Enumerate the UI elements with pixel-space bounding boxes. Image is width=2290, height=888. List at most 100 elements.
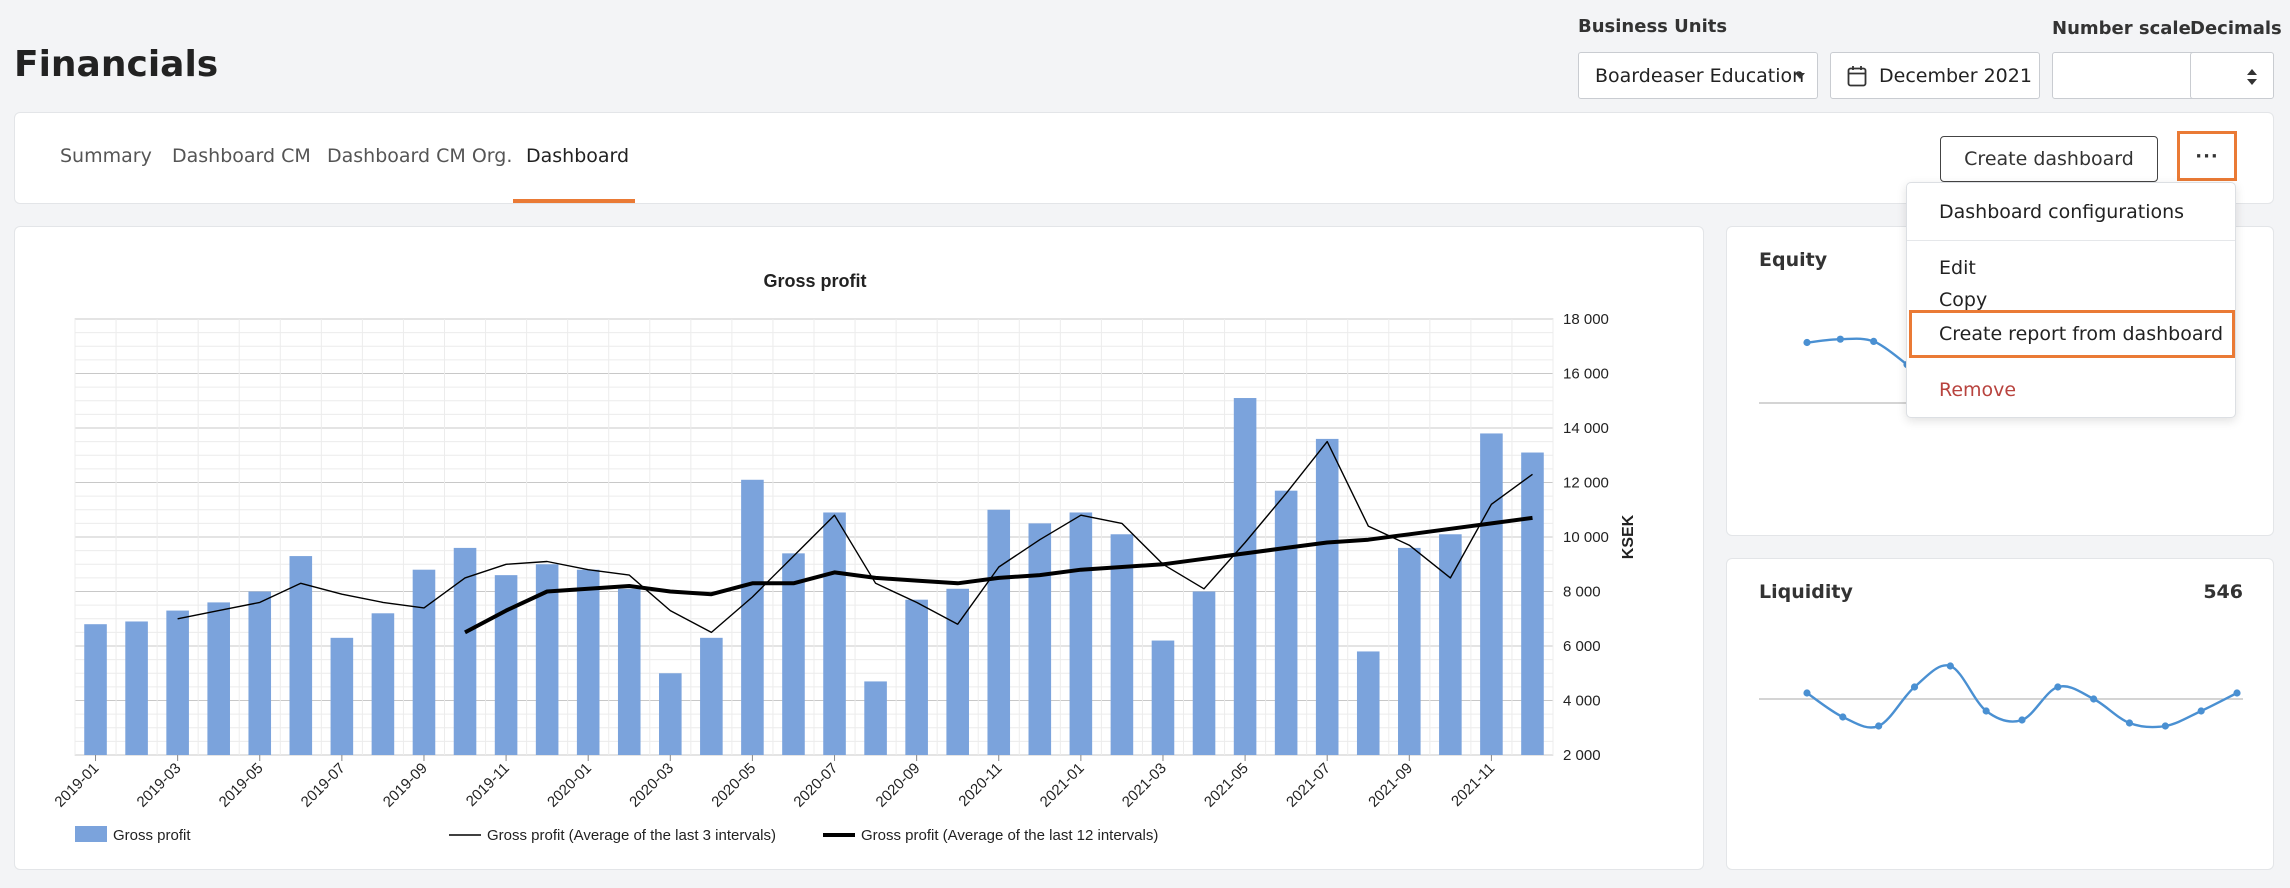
liquidity-value: 546 [2203,581,2243,603]
sparkline-point [1803,689,1811,697]
bar-gross-profit [125,621,148,755]
caret-down-icon [1795,73,1805,79]
business-unit-select[interactable]: Boardeaser Education [1578,52,1818,99]
x-tick-label: 2020-07 [790,760,841,811]
bar-gross-profit [1356,651,1380,755]
x-tick-label: 2019-09 [380,760,431,811]
equity-title: Equity [1759,249,1828,271]
sparkline-point [1875,722,1883,730]
legend-label: Gross profit (Average of the last 12 int… [861,827,1158,844]
x-tick-label: 2021-05 [1201,760,1252,811]
sparkline-point [2054,683,2062,691]
menu-item-dashboard-configurations[interactable]: Dashboard configurations [1939,201,2184,223]
bar-gross-profit [1315,438,1339,755]
bar-gross-profit [1274,490,1298,755]
tab-dashboard-cm[interactable]: Dashboard CM [172,145,311,167]
x-tick-label: 2020-05 [708,760,759,811]
sparkline-point [2090,695,2098,703]
menu-item-create-report[interactable]: Create report from dashboard [1939,323,2223,345]
y-tick-label: 6 000 [1563,638,1601,655]
bar-gross-profit [1192,591,1216,755]
liquidity-sparkline [1759,662,2243,730]
bar-gross-profit [371,613,395,755]
tab-dashboard[interactable]: Dashboard [526,145,629,167]
bar-gross-profit [207,602,230,755]
bar-gross-profit [576,569,600,755]
bar-gross-profit [1028,523,1052,755]
bar-gross-profit [1480,433,1503,755]
x-tick-label: 2019-03 [134,760,185,811]
decimals-label: Decimals [2190,18,2282,39]
bar-gross-profit [700,637,723,755]
x-tick-label: 2019-05 [216,760,267,811]
bar-gross-profit [617,588,641,755]
x-tick-label: 2021-07 [1283,760,1334,811]
sparkline-point [2197,707,2205,715]
bar-gross-profit [412,569,436,755]
bar-gross-profit [1439,534,1462,755]
create-dashboard-button[interactable]: Create dashboard [1940,136,2158,182]
bar-gross-profit [330,637,354,755]
bar-gross-profit [741,479,764,755]
x-tick-label: 2019-11 [463,760,513,810]
sparkline-point [1870,337,1878,345]
tab-dashboard-cm-org[interactable]: Dashboard CM Org. [327,145,512,167]
bar-gross-profit [987,509,1011,755]
date-picker[interactable]: December 2021 [1830,52,2040,99]
bar-gross-profit [1398,547,1421,755]
y-tick-label: 16 000 [1563,366,1609,383]
calendar-icon [1847,65,1867,86]
x-tick-label: 2020-03 [626,760,677,811]
x-tick-label: 2019-07 [298,760,349,811]
sparkline-point [1836,335,1844,343]
y-axis-label: KSEK [1620,514,1637,559]
sparkline-path [1806,337,1908,366]
legend-label: Gross profit (Average of the last 3 inte… [487,827,776,844]
x-tick-label: 2020-11 [955,760,1005,810]
bar-gross-profit [494,575,518,755]
bar-gross-profit [1521,452,1544,755]
bar-gross-profit [905,599,928,755]
x-tick-label: 2021-09 [1365,760,1416,811]
menu-item-remove[interactable]: Remove [1939,379,2016,401]
sparkline-point [2125,719,2134,727]
gross-profit-card: Gross profit 2 000 4 000 6 000 8 000 10 000 1… [14,226,1704,870]
sparkline-point [1910,683,1919,691]
chart-title: Gross profit [763,271,866,291]
sparkline-point [2233,689,2241,697]
bar-gross-profit [864,681,887,755]
y-tick-label: 18 000 [1563,311,1609,328]
bar-gross-profit [453,547,477,755]
bar-gross-profit [1151,640,1175,755]
x-tick-label: 2020-09 [873,760,924,811]
bar-gross-profit [84,624,107,755]
decimals-select[interactable] [2190,52,2274,99]
more-options-menu: Dashboard configurations Edit Copy Creat… [1906,182,2236,418]
bar-gross-profit [1069,512,1093,755]
more-options-button[interactable]: ··· [2177,131,2237,181]
select-updown-icon [2247,69,2257,85]
gross-profit-chart: Gross profit 2 000 4 000 6 000 8 000 10 000 1… [51,271,1637,844]
date-value: December 2021 [1879,64,2032,87]
menu-item-copy[interactable]: Copy [1939,289,1987,311]
x-tick-label: 2021-01 [1037,760,1088,811]
y-tick-label: 2 000 [1563,747,1601,764]
number-scale-label: Number scale [2052,18,2191,39]
legend-label: Gross profit [113,827,191,844]
x-tick-label: 2021-11 [1448,760,1498,810]
liquidity-title: Liquidity [1759,581,1853,603]
x-tick-label: 2019-01 [51,760,102,811]
menu-divider [1907,240,2235,241]
sparkline-point [2161,722,2169,730]
bar-gross-profit [823,512,846,755]
bar-gross-profit [166,610,189,755]
sparkline-point [1946,662,1954,670]
sparkline-point [2018,716,2026,724]
business-units-label: Business Units [1578,16,1728,37]
bar-gross-profit [1233,398,1257,755]
tab-summary[interactable]: Summary [60,145,152,167]
liquidity-card: Liquidity 546 [1726,558,2274,870]
bar-gross-profit [248,591,272,755]
menu-item-edit[interactable]: Edit [1939,257,1976,279]
sparkline-point [1982,707,1990,715]
